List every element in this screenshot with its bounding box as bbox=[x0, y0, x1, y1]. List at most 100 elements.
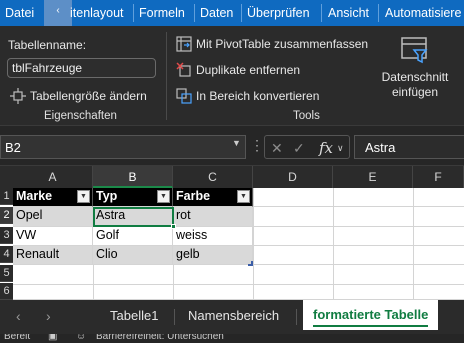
insert-function-icon[interactable]: fx bbox=[319, 139, 333, 157]
sheet-tab-bar: ‹ › Tabelle1 Namensbereich formatierte T… bbox=[0, 300, 464, 334]
header-marke-text: Marke bbox=[16, 189, 53, 203]
tab-ansicht[interactable]: Ansicht bbox=[328, 0, 369, 26]
formula-input[interactable]: Astra bbox=[354, 135, 464, 159]
tab-separator bbox=[133, 4, 134, 22]
row-header-4[interactable]: 4 bbox=[0, 246, 13, 263]
convert-to-range-label: In Bereich konvertieren bbox=[196, 89, 320, 103]
group-label-properties: Eigenschaften bbox=[44, 110, 117, 122]
table-cell[interactable]: weiss bbox=[173, 227, 253, 246]
select-all-corner[interactable] bbox=[0, 166, 13, 188]
cancel-icon[interactable]: ✕ bbox=[271, 140, 283, 157]
formula-controls: ✕ ✓ fx ∨ bbox=[264, 135, 350, 159]
slicer-label-line1: Datenschnitt bbox=[381, 70, 449, 84]
column-header-f[interactable]: F bbox=[413, 166, 464, 188]
active-cell-border bbox=[93, 207, 174, 227]
more-options-icon[interactable]: ⋮ bbox=[250, 137, 264, 154]
resize-table-label: Tabellengröße ändern bbox=[30, 89, 147, 103]
tab-seitenlayout[interactable]: itenlayout bbox=[70, 0, 124, 26]
row-header-5[interactable]: 5 bbox=[0, 265, 13, 282]
sheet-tab-formatierte-tabelle[interactable]: formatierte Tabelle bbox=[303, 300, 439, 330]
chevron-left-icon: ‹ bbox=[56, 5, 60, 16]
gridline bbox=[333, 188, 334, 300]
tab-ueberpruefen[interactable]: Überprüfen bbox=[247, 0, 310, 26]
formula-bar: B2 ▼ ⋮ ✕ ✓ fx ∨ Astra bbox=[0, 126, 464, 166]
sheet-tab-active-label: formatierte Tabelle bbox=[313, 307, 429, 322]
ribbon-tab-bar: Datei ‹ itenlayout Formeln Daten Überprü… bbox=[0, 0, 464, 26]
fill-handle[interactable] bbox=[171, 224, 176, 229]
table-name-label: Tabellenname: bbox=[8, 38, 87, 52]
row-header-1[interactable]: 1 bbox=[0, 188, 13, 205]
header-typ-text: Typ bbox=[96, 189, 118, 203]
pivot-summary-label: Mit PivotTable zusammenfassen bbox=[196, 37, 369, 51]
chevron-down-icon[interactable]: ▼ bbox=[232, 138, 241, 148]
column-header-e[interactable]: E bbox=[333, 166, 413, 188]
tab-automatisieren[interactable]: Automatisiere bbox=[385, 0, 461, 26]
table-cell[interactable]: Clio bbox=[93, 246, 173, 265]
table-resize-handle[interactable] bbox=[248, 261, 253, 266]
confirm-icon[interactable]: ✓ bbox=[293, 140, 305, 157]
macro-record-icon[interactable]: ▣ bbox=[48, 334, 57, 342]
status-ready: Bereit bbox=[4, 334, 31, 342]
tab-scroll-left-button[interactable]: ‹ bbox=[44, 0, 72, 26]
table-header-cell[interactable]: Typ ▼ bbox=[93, 188, 173, 207]
table-cell[interactable]: Renault bbox=[13, 246, 93, 265]
table-cell[interactable]: VW bbox=[13, 227, 93, 246]
column-header-b[interactable]: B bbox=[93, 166, 173, 188]
gridline bbox=[413, 188, 414, 300]
chevron-right-icon[interactable]: › bbox=[46, 308, 51, 324]
ribbon-panel: Tabellenname: Tabellengröße ändern Eigen… bbox=[0, 26, 464, 126]
tab-daten[interactable]: Daten bbox=[200, 0, 233, 26]
row-header-2[interactable]: 2 bbox=[0, 207, 13, 224]
group-label-tools: Tools bbox=[293, 110, 320, 122]
row-header-6[interactable]: 6 bbox=[0, 283, 13, 300]
table-name-input[interactable] bbox=[7, 58, 156, 78]
active-tab-underline bbox=[313, 325, 429, 327]
convert-to-range-button[interactable]: In Bereich konvertieren bbox=[176, 86, 319, 106]
header-farbe-text: Farbe bbox=[176, 189, 211, 203]
column-header-d[interactable]: D bbox=[253, 166, 333, 188]
resize-table-button[interactable]: Tabellengröße ändern bbox=[10, 86, 147, 106]
table-cell[interactable]: gelb bbox=[173, 246, 253, 265]
tab-separator bbox=[194, 4, 195, 22]
tab-separator bbox=[174, 309, 175, 325]
filter-dropdown-icon[interactable]: ▼ bbox=[157, 190, 170, 203]
worksheet-grid[interactable]: A B C D E F 1 2 3 4 5 6 Marke ▼ Typ ▼ Fa… bbox=[0, 166, 464, 300]
accessibility-icon[interactable]: ☺ bbox=[76, 334, 86, 342]
tab-separator bbox=[378, 4, 379, 22]
table-cell[interactable]: Golf bbox=[93, 227, 173, 246]
insert-slicer-button[interactable]: Datenschnitt einfügen bbox=[372, 34, 458, 114]
pivot-table-icon bbox=[176, 36, 192, 52]
resize-table-icon bbox=[10, 88, 26, 104]
remove-duplicates-icon bbox=[176, 62, 191, 77]
tab-separator bbox=[296, 309, 297, 325]
filter-dropdown-icon[interactable]: ▼ bbox=[237, 190, 250, 203]
gridline bbox=[253, 188, 254, 300]
convert-range-icon bbox=[176, 88, 192, 104]
table-cell[interactable]: rot bbox=[173, 207, 253, 227]
row-header-3[interactable]: 3 bbox=[0, 227, 13, 244]
tab-separator bbox=[241, 4, 242, 22]
table-cell[interactable]: Opel bbox=[13, 207, 93, 227]
pivot-summary-button[interactable]: Mit PivotTable zusammenfassen bbox=[176, 34, 368, 54]
column-header-a[interactable]: A bbox=[13, 166, 93, 188]
gridline bbox=[13, 284, 464, 285]
table-header-cell[interactable]: Marke ▼ bbox=[13, 188, 93, 207]
group-separator bbox=[166, 32, 167, 120]
remove-duplicates-label: Duplikate entfernen bbox=[196, 63, 301, 77]
tab-separator bbox=[321, 4, 322, 22]
chevron-left-icon[interactable]: ‹ bbox=[16, 308, 21, 324]
slicer-icon bbox=[401, 37, 428, 64]
accessibility-status[interactable]: Barrierefreiheit: Untersuchen bbox=[96, 334, 224, 342]
filter-dropdown-icon[interactable]: ▼ bbox=[77, 190, 90, 203]
sheet-tab-namensbereich[interactable]: Namensbereich bbox=[188, 308, 279, 323]
chevron-down-icon[interactable]: ∨ bbox=[337, 143, 344, 154]
sheet-tab-tabelle1[interactable]: Tabelle1 bbox=[110, 308, 158, 323]
tab-datei[interactable]: Datei bbox=[5, 0, 34, 26]
status-bar: Bereit ▣ ☺ Barrierefreiheit: Untersuchen bbox=[0, 334, 464, 343]
remove-duplicates-button[interactable]: Duplikate entfernen bbox=[176, 60, 300, 80]
name-box[interactable]: B2 bbox=[0, 135, 246, 159]
table-header-cell[interactable]: Farbe ▼ bbox=[173, 188, 253, 207]
column-header-c[interactable]: C bbox=[173, 166, 253, 188]
tab-formeln[interactable]: Formeln bbox=[139, 0, 185, 26]
slicer-label-line2: einfügen bbox=[391, 85, 439, 99]
